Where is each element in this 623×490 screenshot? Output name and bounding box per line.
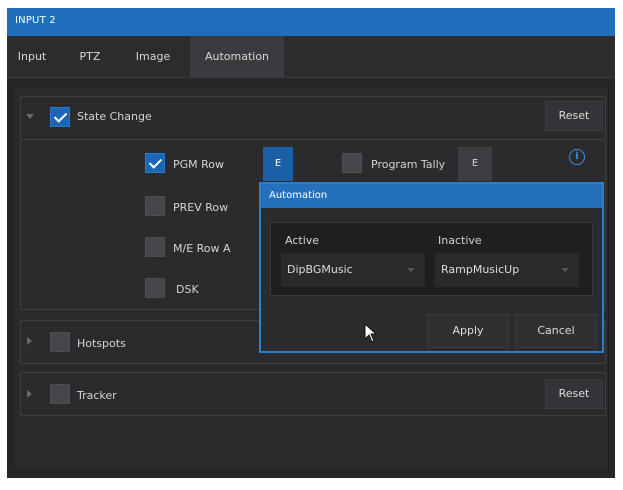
tracker-label: Tracker	[77, 389, 117, 402]
window-title: INPUT 2	[15, 15, 56, 26]
hotspots-label: Hotspots	[77, 337, 126, 350]
pgm-row-label: PGM Row	[173, 158, 225, 171]
tracker-reset-button[interactable]: Reset	[545, 379, 603, 409]
tab-image[interactable]: Image	[125, 36, 181, 78]
expand-arrow-icon[interactable]	[27, 337, 32, 345]
collapse-arrow-icon[interactable]	[26, 114, 34, 119]
me-row-a-checkbox[interactable]	[145, 237, 165, 257]
active-select-value: DipBGMusic	[287, 263, 353, 276]
automation-dialog-title: Automation	[261, 184, 602, 208]
tab-automation[interactable]: Automation	[190, 36, 284, 78]
prev-row-label: PREV Row	[173, 201, 229, 214]
tab-input[interactable]: Input	[11, 36, 53, 78]
tab-bar: Input PTZ Image Automation	[7, 36, 615, 78]
program-tally-checkbox[interactable]	[342, 153, 362, 173]
hotspots-checkbox[interactable]	[50, 332, 70, 352]
pgm-row-checkbox[interactable]	[145, 153, 165, 173]
pgm-row-e-button[interactable]: E	[263, 147, 293, 181]
tab-ptz[interactable]: PTZ	[69, 36, 111, 78]
inactive-label: Inactive	[438, 234, 482, 247]
window-title-bar: INPUT 2	[7, 8, 615, 36]
state-change-checkbox[interactable]	[50, 107, 70, 127]
dsk-checkbox[interactable]	[145, 278, 165, 298]
apply-button[interactable]: Apply	[427, 314, 509, 348]
chevron-down-icon	[561, 268, 569, 272]
state-change-reset-button[interactable]: Reset	[545, 101, 603, 131]
prev-row-checkbox[interactable]	[145, 196, 165, 216]
me-row-a-label: M/E Row A	[173, 242, 231, 255]
mouse-cursor-icon	[364, 323, 378, 343]
inactive-select[interactable]: RampMusicUp	[435, 253, 579, 287]
dsk-label: DSK	[176, 283, 199, 296]
active-select[interactable]: DipBGMusic	[281, 253, 425, 287]
active-label: Active	[285, 234, 320, 247]
program-tally-label: Program Tally	[371, 158, 446, 171]
info-icon[interactable]: i	[569, 149, 585, 165]
chevron-down-icon	[407, 268, 415, 272]
expand-arrow-icon[interactable]	[27, 390, 32, 398]
state-change-label: State Change	[77, 110, 152, 123]
inactive-select-value: RampMusicUp	[441, 263, 520, 276]
program-tally-e-button[interactable]: E	[458, 147, 492, 181]
cancel-button[interactable]: Cancel	[515, 314, 597, 348]
tracker-checkbox[interactable]	[50, 384, 70, 404]
